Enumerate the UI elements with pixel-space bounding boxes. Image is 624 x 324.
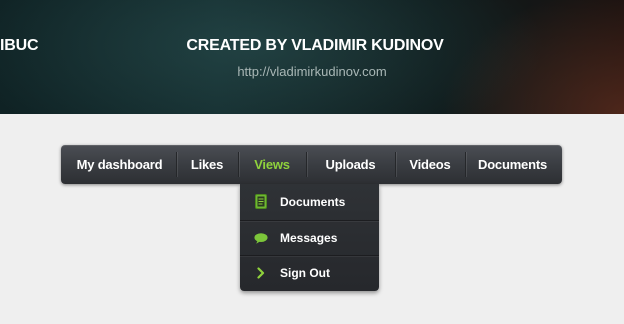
dropdown-item-documents[interactable]: Documents	[240, 184, 379, 219]
menu-item-likes[interactable]: Likes	[176, 145, 238, 184]
menu-item-documents[interactable]: Documents	[465, 145, 560, 184]
dropdown-item-sign-out[interactable]: Sign Out	[240, 255, 379, 290]
dropdown-item-label: Documents	[280, 194, 346, 209]
menu-item-uploads[interactable]: Uploads	[306, 145, 395, 184]
dropdown-item-messages[interactable]: Messages	[240, 220, 379, 255]
menu-item-views[interactable]: Views	[238, 145, 306, 184]
dropdown-item-label: Sign Out	[280, 266, 330, 280]
hero-title: CREATED BY VLADIMIR KUDINOV	[186, 37, 444, 54]
menu-item-my-dashboard[interactable]: My dashboard	[63, 145, 176, 184]
views-dropdown-menu: Documents Messages Sign Out	[240, 184, 379, 291]
chevron-right-icon	[254, 265, 268, 281]
hero-banner: IBUC CREATED BY VLADIMIR KUDINOV http://…	[0, 0, 624, 114]
menu-item-videos[interactable]: Videos	[395, 145, 465, 184]
main-menu-bar: My dashboard Likes Views Uploads Videos …	[61, 145, 562, 184]
author-link[interactable]: http://vladimirkudinov.com	[0, 64, 624, 79]
speech-bubble-icon	[254, 230, 268, 246]
document-icon	[254, 194, 268, 210]
dropdown-item-label: Messages	[280, 231, 338, 245]
